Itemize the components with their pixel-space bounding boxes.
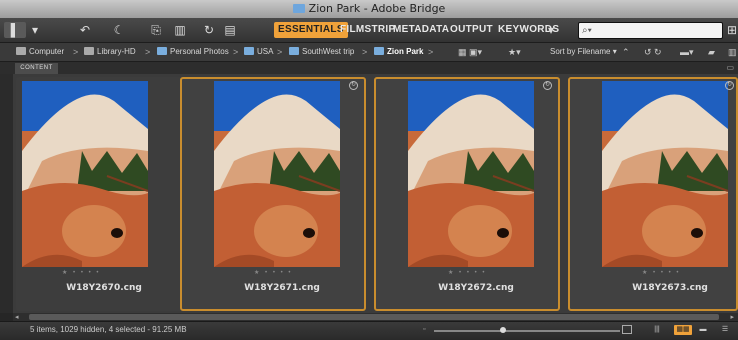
horizontal-scrollbar[interactable]: ◂ ▸ [13, 313, 738, 321]
folder-icon [244, 47, 254, 55]
zoom-out-icon[interactable]: ▫ [423, 326, 425, 333]
keyword-badge-icon[interactable]: ↻ [725, 81, 734, 90]
search-icon: ⌕▾ [582, 25, 592, 36]
breadcrumb-zion-park[interactable]: Zion Park [374, 46, 423, 58]
boomerang-toggle-icon[interactable]: ⊞ [726, 22, 738, 38]
refine-icon[interactable]: ▥ [172, 22, 188, 38]
window-title: Zion Park - Adobe Bridge [0, 2, 738, 15]
zoom-in-icon[interactable] [622, 325, 632, 334]
rotate-icon[interactable]: ↻ [202, 22, 216, 38]
panel-tab-row: CONTENT ▭ [0, 62, 738, 74]
keyword-badge-icon[interactable]: ↻ [349, 81, 358, 90]
dropdown-arrow-icon[interactable]: ▾ [30, 22, 40, 38]
drive-icon [84, 47, 94, 55]
breadcrumb-personal-photos[interactable]: Personal Photos [157, 46, 229, 58]
photo-thumbnail[interactable] [22, 81, 148, 267]
folder-icon [157, 47, 167, 55]
star-filter-icon[interactable]: ★▾ [508, 46, 521, 58]
breadcrumb-separator: > [145, 47, 151, 57]
app-toolbar: ▌ ▾ ↶ ☾ ⎘ ▥ ↻ ▤ ESSENTIALS FILMSTRIP MET… [0, 18, 738, 43]
star-rating[interactable]: ★ • • • • [62, 269, 100, 276]
workspace-menu-icon[interactable]: ▾ [546, 22, 556, 38]
thumbnail-size-slider-knob[interactable] [499, 327, 506, 333]
thumbnail-card[interactable]: ↻ ★ • • • • W18Y2672.cng [374, 77, 560, 311]
get-photos-icon[interactable]: ⎘ [148, 22, 164, 38]
star-rating[interactable]: ★ • • • • [642, 269, 680, 276]
panel-menu-icon[interactable]: ▭ [726, 63, 734, 72]
workspace-output[interactable]: OUTPUT [446, 22, 497, 38]
content-panel: ↻ ★ • • • • W18Y2670.cng ↻ [13, 74, 738, 313]
boomerang-icon[interactable]: ▌ [4, 22, 26, 38]
breadcrumb-southwest-trip[interactable]: SouthWest trip [289, 46, 354, 58]
sort-dropdown[interactable]: Sort by Filename ▾ [550, 46, 617, 58]
breadcrumb-usa[interactable]: USA [244, 46, 273, 58]
keyword-badge-icon[interactable]: ↻ [543, 81, 552, 90]
photo-thumbnail[interactable] [602, 81, 728, 267]
bridge-window: Zion Park - Adobe Bridge ▌ ▾ ↶ ☾ ⎘ ▥ ↻ ▤… [0, 0, 738, 340]
status-bar: 5 items, 1029 hidden, 4 selected - 91.25… [0, 321, 738, 340]
star-rating[interactable]: ★ • • • • [448, 269, 486, 276]
star-rating[interactable]: ★ • • • • [254, 269, 292, 276]
go-forward-icon[interactable]: ☾ [112, 22, 126, 38]
tab-content[interactable]: CONTENT [15, 63, 58, 74]
folder-icon [292, 4, 305, 13]
computer-icon [16, 47, 26, 55]
breadcrumb-separator: > [362, 47, 368, 57]
breadcrumb-separator: > [233, 47, 239, 57]
folder-icon [289, 47, 299, 55]
rotate-left-icon[interactable]: ↺ ↻ [644, 46, 662, 58]
status-text: 5 items, 1029 hidden, 4 selected - 91.25… [30, 325, 187, 334]
new-folder-icon[interactable]: ▰ [708, 46, 715, 58]
thumbnail-card[interactable]: ↻ ★ • • • • W18Y2670.cng [16, 77, 202, 311]
go-back-icon[interactable]: ↶ [78, 22, 92, 38]
breadcrumb-computer[interactable]: Computer [16, 46, 64, 58]
title-bar: Zion Park - Adobe Bridge [0, 0, 738, 19]
thumbnail-filename[interactable]: W18Y2671.cng [196, 283, 368, 293]
folder-icon [374, 47, 384, 55]
breadcrumb-separator: > [277, 47, 283, 57]
path-bar: Computer > Library-HD > Personal Photos … [0, 43, 738, 62]
delete-icon[interactable]: ▥ [728, 46, 737, 58]
search-input[interactable]: ⌕▾ [578, 22, 723, 39]
scroll-left-icon[interactable]: ◂ [15, 313, 19, 321]
thumbnail-filename[interactable]: W18Y2670.cng [18, 283, 190, 293]
thumbnail-card[interactable]: ↻ ★ • • • • W18Y2673.cng [568, 77, 738, 311]
open-folder-icon[interactable]: ▬▾ [680, 46, 694, 58]
breadcrumb-separator: > [73, 47, 79, 57]
view-thumbnails-icon[interactable]: ▦▦ [674, 325, 692, 335]
left-panel-edge[interactable] [0, 62, 13, 313]
thumbnail-size-slider[interactable] [434, 330, 620, 332]
breadcrumb-library[interactable]: Library-HD [84, 46, 136, 58]
thumbnail-card[interactable]: ↻ ★ • • • • W18Y2671.cng [180, 77, 366, 311]
view-details-icon[interactable]: ▬ [694, 325, 712, 335]
quality-icon[interactable]: ▦ ▣▾ [458, 46, 482, 58]
scroll-right-icon[interactable]: ▸ [730, 313, 734, 321]
photo-thumbnail[interactable] [214, 81, 340, 267]
photo-thumbnail[interactable] [408, 81, 534, 267]
view-list-icon[interactable]: ☰ [716, 325, 734, 335]
thumbnail-filename[interactable]: W18Y2673.cng [584, 283, 738, 293]
open-recent-icon[interactable]: ▤ [222, 22, 238, 38]
breadcrumb-separator: > [428, 47, 434, 57]
thumbnail-filename[interactable]: W18Y2672.cng [390, 283, 562, 293]
scrollbar-thumb[interactable] [29, 314, 719, 320]
sort-ascending-icon[interactable]: ⌃ [622, 46, 630, 58]
workspace-metadata[interactable]: METADATA [389, 22, 453, 38]
lock-grid-icon[interactable]: ||| [648, 325, 666, 335]
